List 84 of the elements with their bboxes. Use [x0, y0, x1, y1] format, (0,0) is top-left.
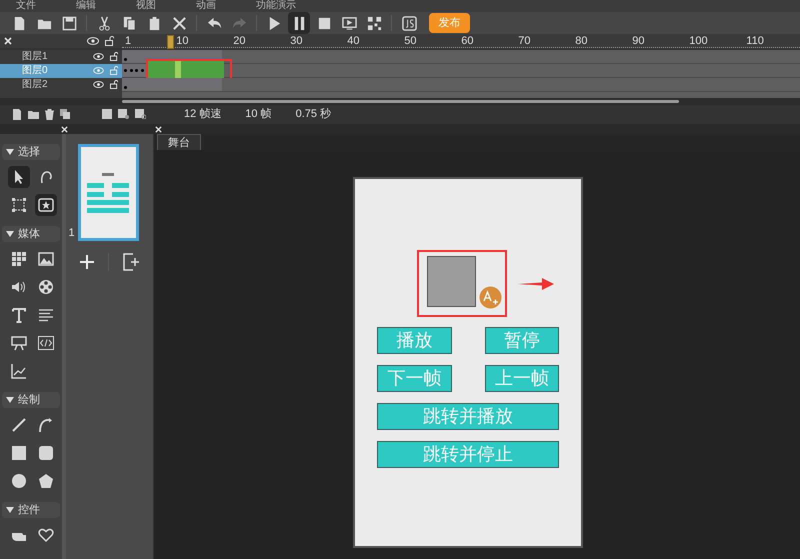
heart-icon[interactable]: [38, 527, 54, 543]
section-header[interactable]: 媒体: [2, 226, 60, 242]
monitor-icon[interactable]: [342, 16, 356, 30]
menu-item[interactable]: 视图: [136, 0, 156, 12]
section-header[interactable]: 绘制: [2, 392, 60, 408]
playhead-handle[interactable]: [167, 35, 174, 49]
eye-icon[interactable]: [93, 81, 104, 88]
frame-rate: 12 帧速: [184, 107, 222, 122]
stop-icon[interactable]: [316, 16, 332, 30]
frame-number: 80: [575, 34, 588, 48]
scrollbar[interactable]: [122, 100, 679, 103]
lasso-icon[interactable]: [38, 169, 54, 185]
frame-count: 10 帧: [245, 107, 272, 122]
menu-item[interactable]: 编辑: [76, 0, 96, 12]
frame-number: 20: [233, 34, 246, 48]
new-layer-icon[interactable]: [12, 108, 22, 120]
frame-number: 100: [689, 34, 708, 48]
script-icon[interactable]: [402, 16, 416, 30]
layer-name: 图层2: [21, 78, 49, 92]
frame-number: 110: [746, 34, 764, 48]
close-icon[interactable]: [61, 126, 68, 132]
rounded-square-icon[interactable]: [38, 445, 54, 461]
collapse-caret-icon: [6, 149, 14, 155]
blank-keyframe-icon[interactable]: [135, 109, 146, 120]
transform-icon[interactable]: [10, 197, 27, 213]
stage-tab[interactable]: 舞台: [157, 134, 201, 150]
save-icon[interactable]: [62, 16, 76, 30]
frame-number: 60: [461, 34, 474, 48]
frame-number: 30: [290, 34, 303, 48]
lock-icon[interactable]: [105, 36, 114, 46]
tween-span[interactable]: [148, 60, 224, 79]
eye-icon[interactable]: [87, 36, 99, 45]
grid-icon[interactable]: [10, 251, 27, 267]
undo-icon[interactable]: [206, 16, 222, 30]
page-number: 1: [68, 226, 75, 240]
presentation-icon[interactable]: [10, 335, 27, 351]
page-thumbnail[interactable]: [78, 144, 139, 241]
section-header[interactable]: 选择: [2, 144, 60, 160]
frame-number: 1: [125, 34, 132, 48]
frame-number: 40: [347, 34, 360, 48]
circle-icon[interactable]: [10, 473, 27, 489]
eye-icon[interactable]: [93, 53, 104, 60]
code-icon[interactable]: [38, 335, 54, 351]
copy-icon[interactable]: [60, 109, 70, 120]
duration: 0.75 秒: [296, 107, 332, 122]
add-text-icon[interactable]: [479, 286, 502, 309]
speaker-icon[interactable]: [10, 279, 27, 295]
close-icon[interactable]: [172, 16, 186, 30]
film-reel-icon[interactable]: [38, 279, 54, 295]
frame-number: 10: [176, 34, 189, 48]
layer-name: 图层1: [21, 50, 49, 64]
image-placeholder: [427, 256, 476, 307]
add-page-icon[interactable]: [123, 253, 139, 271]
collapse-caret-icon: [6, 231, 14, 237]
frame-icon[interactable]: [102, 109, 112, 120]
menu-item[interactable]: 动画: [196, 0, 216, 12]
keyframe-icon[interactable]: [118, 109, 129, 120]
pentagon-icon[interactable]: [38, 473, 54, 489]
line-icon[interactable]: [10, 417, 27, 433]
layer-row[interactable]: 图层2: [0, 78, 122, 92]
frame-number: 90: [632, 34, 645, 48]
collapse-caret-icon: [6, 507, 14, 513]
text-icon[interactable]: [10, 307, 27, 323]
scissors-icon[interactable]: [96, 16, 112, 30]
frame-number: 70: [518, 34, 531, 48]
curve-icon[interactable]: [38, 417, 54, 433]
collapse-caret-icon: [6, 397, 14, 403]
layer-name: 图层0: [21, 64, 49, 78]
close-icon[interactable]: [4, 36, 12, 45]
folder-icon[interactable]: [28, 110, 39, 119]
lock-icon[interactable]: [110, 80, 118, 90]
layer-row[interactable]: 图层1: [0, 50, 122, 64]
line-chart-icon[interactable]: [10, 363, 27, 379]
trash-icon[interactable]: [45, 108, 54, 120]
paragraph-icon[interactable]: [38, 307, 54, 323]
qr-code-icon[interactable]: [366, 16, 382, 30]
copy-icon[interactable]: [122, 16, 136, 30]
image-icon[interactable]: [38, 251, 54, 267]
add-icon[interactable]: [80, 255, 94, 269]
square-icon[interactable]: [10, 445, 27, 461]
section-header[interactable]: 控件: [2, 502, 60, 518]
close-icon[interactable]: [155, 126, 162, 132]
frame-number: 50: [404, 34, 417, 48]
lock-icon[interactable]: [110, 52, 118, 62]
